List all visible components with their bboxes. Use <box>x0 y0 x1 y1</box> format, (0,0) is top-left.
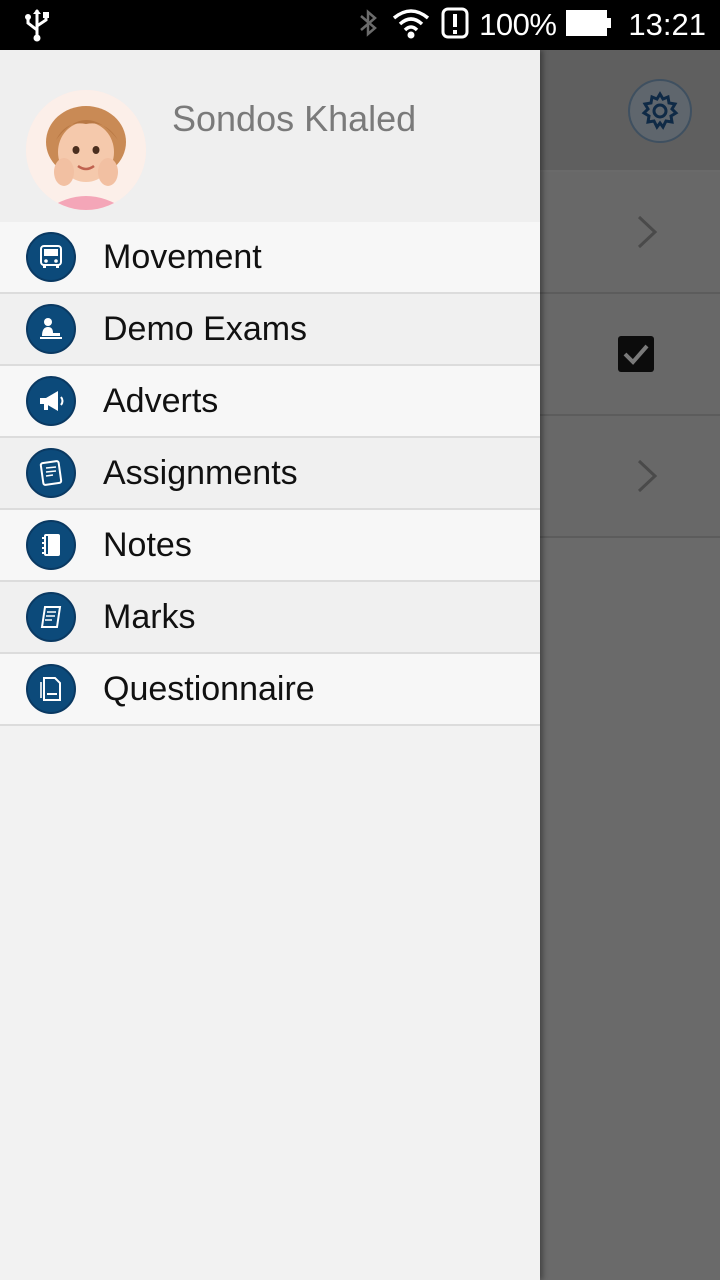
menu-item-label: Assignments <box>103 453 298 492</box>
alert-icon <box>441 6 469 45</box>
menu-item-movement[interactable]: Movement <box>0 222 540 294</box>
user-name: Sondos Khaled <box>172 98 417 139</box>
menu-item-label: Questionnaire <box>103 669 315 708</box>
student-desk-icon <box>26 304 76 354</box>
usb-icon <box>22 8 52 47</box>
menu-item-marks[interactable]: Marks <box>0 582 540 654</box>
bluetooth-icon <box>357 6 381 45</box>
checkbox-checked-icon[interactable] <box>618 336 654 372</box>
drawer-header: Sondos Khaled <box>0 50 540 222</box>
background-row[interactable] <box>540 294 720 416</box>
background-row[interactable] <box>540 416 720 538</box>
megaphone-icon <box>26 376 76 426</box>
avatar[interactable] <box>26 90 146 210</box>
notebook-icon <box>26 520 76 570</box>
scroll-icon <box>26 592 76 642</box>
document-icon <box>26 664 76 714</box>
wifi-icon <box>391 6 431 45</box>
menu-item-questionnaire[interactable]: Questionnaire <box>0 654 540 726</box>
menu-item-label: Demo Exams <box>103 309 308 348</box>
menu-item-assignments[interactable]: Assignments <box>0 438 540 510</box>
background-row[interactable] <box>540 172 720 294</box>
menu-item-notes[interactable]: Notes <box>0 510 540 582</box>
menu-item-adverts[interactable]: Adverts <box>0 366 540 438</box>
chevron-right-icon <box>636 458 658 499</box>
menu-item-label: Marks <box>103 597 196 636</box>
battery-percent: 100% <box>479 7 557 42</box>
menu-item-demo-exams[interactable]: Demo Exams <box>0 294 540 366</box>
bus-icon <box>26 232 76 282</box>
menu-item-label: Adverts <box>103 381 219 420</box>
clock: 13:21 <box>628 7 706 42</box>
navigation-drawer: Sondos Khaled Movement Demo Exams Advert… <box>0 50 540 1280</box>
battery-icon <box>566 9 612 41</box>
menu-item-label: Movement <box>103 237 262 276</box>
homework-icon <box>26 448 76 498</box>
chevron-right-icon <box>636 214 658 255</box>
drawer-menu: Movement Demo Exams Adverts Assignments … <box>0 222 540 726</box>
status-bar: 100% 13:21 <box>0 0 720 50</box>
gear-icon[interactable] <box>628 79 692 143</box>
menu-item-label: Notes <box>103 525 192 564</box>
